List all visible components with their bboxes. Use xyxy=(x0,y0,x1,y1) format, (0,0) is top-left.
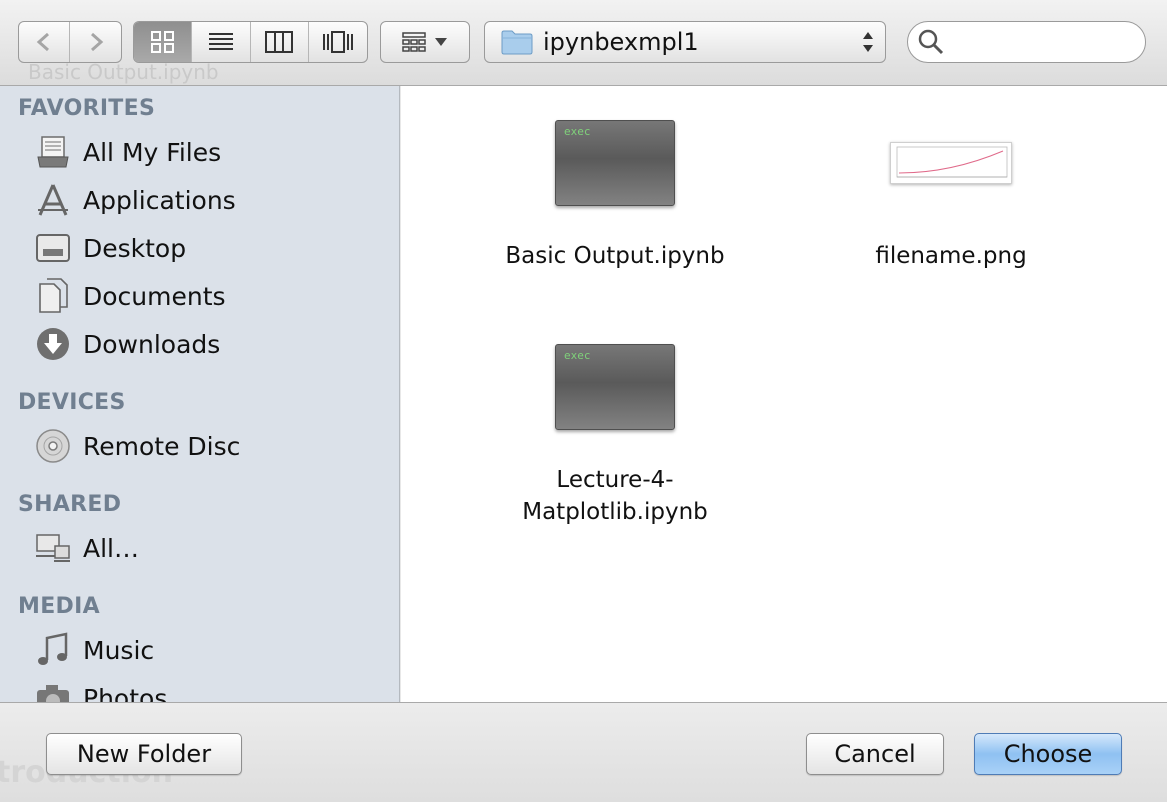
sidebar-item-label: Music xyxy=(83,635,155,665)
documents-icon xyxy=(34,277,72,315)
sidebar-item-desktop[interactable]: Desktop xyxy=(34,228,186,268)
sidebar: FAVORITES All My Files Applications Desk… xyxy=(0,86,400,702)
dialog-footer: troduction New Folder Cancel Choose xyxy=(0,702,1167,802)
grid-icon xyxy=(150,31,174,53)
list-view-button[interactable] xyxy=(192,22,251,62)
desktop-icon xyxy=(34,229,72,267)
disc-icon xyxy=(34,427,72,465)
sidebar-item-label: Remote Disc xyxy=(83,431,241,461)
file-item-lecture-4[interactable]: exec Lecture-4- Matplotlib.ipynb xyxy=(495,344,735,528)
camera-icon xyxy=(34,679,72,702)
search-field[interactable] xyxy=(907,21,1146,63)
chevron-right-icon xyxy=(90,32,103,52)
section-media: MEDIA xyxy=(18,594,100,619)
sidebar-item-label: Desktop xyxy=(83,233,187,263)
coverflow-view-button[interactable] xyxy=(309,22,367,62)
sidebar-item-remote-disc[interactable]: Remote Disc xyxy=(34,426,240,466)
chevron-left-icon xyxy=(36,32,49,52)
file-item-filename-png[interactable]: filename.png xyxy=(831,120,1071,272)
file-name-line-1: Lecture-4- xyxy=(556,467,674,493)
back-button[interactable] xyxy=(19,22,71,62)
sidebar-item-all-my-files[interactable]: All My Files xyxy=(34,132,221,172)
choose-button[interactable]: Choose xyxy=(974,733,1122,775)
cancel-button[interactable]: Cancel xyxy=(806,733,944,775)
notebook-thumbnail: exec xyxy=(555,120,675,206)
sidebar-item-downloads[interactable]: Downloads xyxy=(34,324,220,364)
forward-button[interactable] xyxy=(70,22,121,62)
file-name-line-2: Matplotlib.ipynb xyxy=(522,499,708,525)
column-view-button[interactable] xyxy=(251,22,309,62)
png-thumbnail-wrapper xyxy=(831,120,1071,206)
search-icon xyxy=(918,29,944,55)
file-name: filename.png xyxy=(875,243,1027,269)
sidebar-item-label: Documents xyxy=(83,281,226,311)
sidebar-item-label: Downloads xyxy=(83,329,221,359)
section-favorites: FAVORITES xyxy=(18,96,156,121)
arrange-button[interactable] xyxy=(380,21,470,63)
view-mode-buttons xyxy=(133,21,368,63)
section-shared: SHARED xyxy=(18,492,122,517)
background-window-title: Basic Output.ipynb xyxy=(28,60,219,84)
sidebar-item-label: All My Files xyxy=(83,137,222,167)
sidebar-item-music[interactable]: Music xyxy=(34,630,154,670)
file-browser: exec Basic Output.ipynb filename.png exe… xyxy=(401,86,1167,702)
list-icon xyxy=(208,33,233,50)
thumbnail-exec-label: exec xyxy=(564,349,591,362)
chart-preview-icon xyxy=(896,146,1008,178)
chevron-down-icon xyxy=(435,38,447,46)
icon-view-button[interactable] xyxy=(134,22,193,62)
sidebar-item-photos[interactable]: Photos xyxy=(34,678,167,702)
navigation-buttons xyxy=(18,21,122,63)
thumbnail-exec-label: exec xyxy=(564,125,591,138)
sidebar-item-applications[interactable]: Applications xyxy=(34,180,236,220)
path-label: ipynbexmpl1 xyxy=(543,28,699,56)
coverflow-icon xyxy=(322,31,353,53)
sidebar-item-label: Photos xyxy=(83,683,168,703)
music-icon xyxy=(34,631,72,669)
new-folder-button[interactable]: New Folder xyxy=(46,733,242,775)
columns-icon xyxy=(265,31,294,53)
sidebar-item-label: All… xyxy=(83,533,139,563)
notebook-thumbnail: exec xyxy=(555,344,675,430)
all-files-icon xyxy=(34,133,72,171)
network-icon xyxy=(34,529,72,567)
sidebar-item-label: Applications xyxy=(83,185,236,215)
file-name: Basic Output.ipynb xyxy=(505,243,725,269)
applications-icon xyxy=(34,181,72,219)
path-popup[interactable]: ipynbexmpl1 xyxy=(484,21,886,63)
file-item-basic-output[interactable]: exec Basic Output.ipynb xyxy=(495,120,735,272)
sidebar-item-documents[interactable]: Documents xyxy=(34,276,226,316)
folder-icon xyxy=(501,30,533,55)
section-devices: DEVICES xyxy=(18,390,126,415)
arrange-grid-icon xyxy=(402,32,426,52)
png-thumbnail xyxy=(890,142,1012,184)
downloads-icon xyxy=(34,325,72,363)
search-input[interactable] xyxy=(950,31,1140,53)
arrange-button-inner[interactable] xyxy=(381,22,469,62)
toolbar: Basic Output.ipynb ipynbexmpl1 xyxy=(0,0,1167,86)
up-down-arrows-icon xyxy=(863,32,873,52)
sidebar-item-shared-all[interactable]: All… xyxy=(34,528,139,568)
